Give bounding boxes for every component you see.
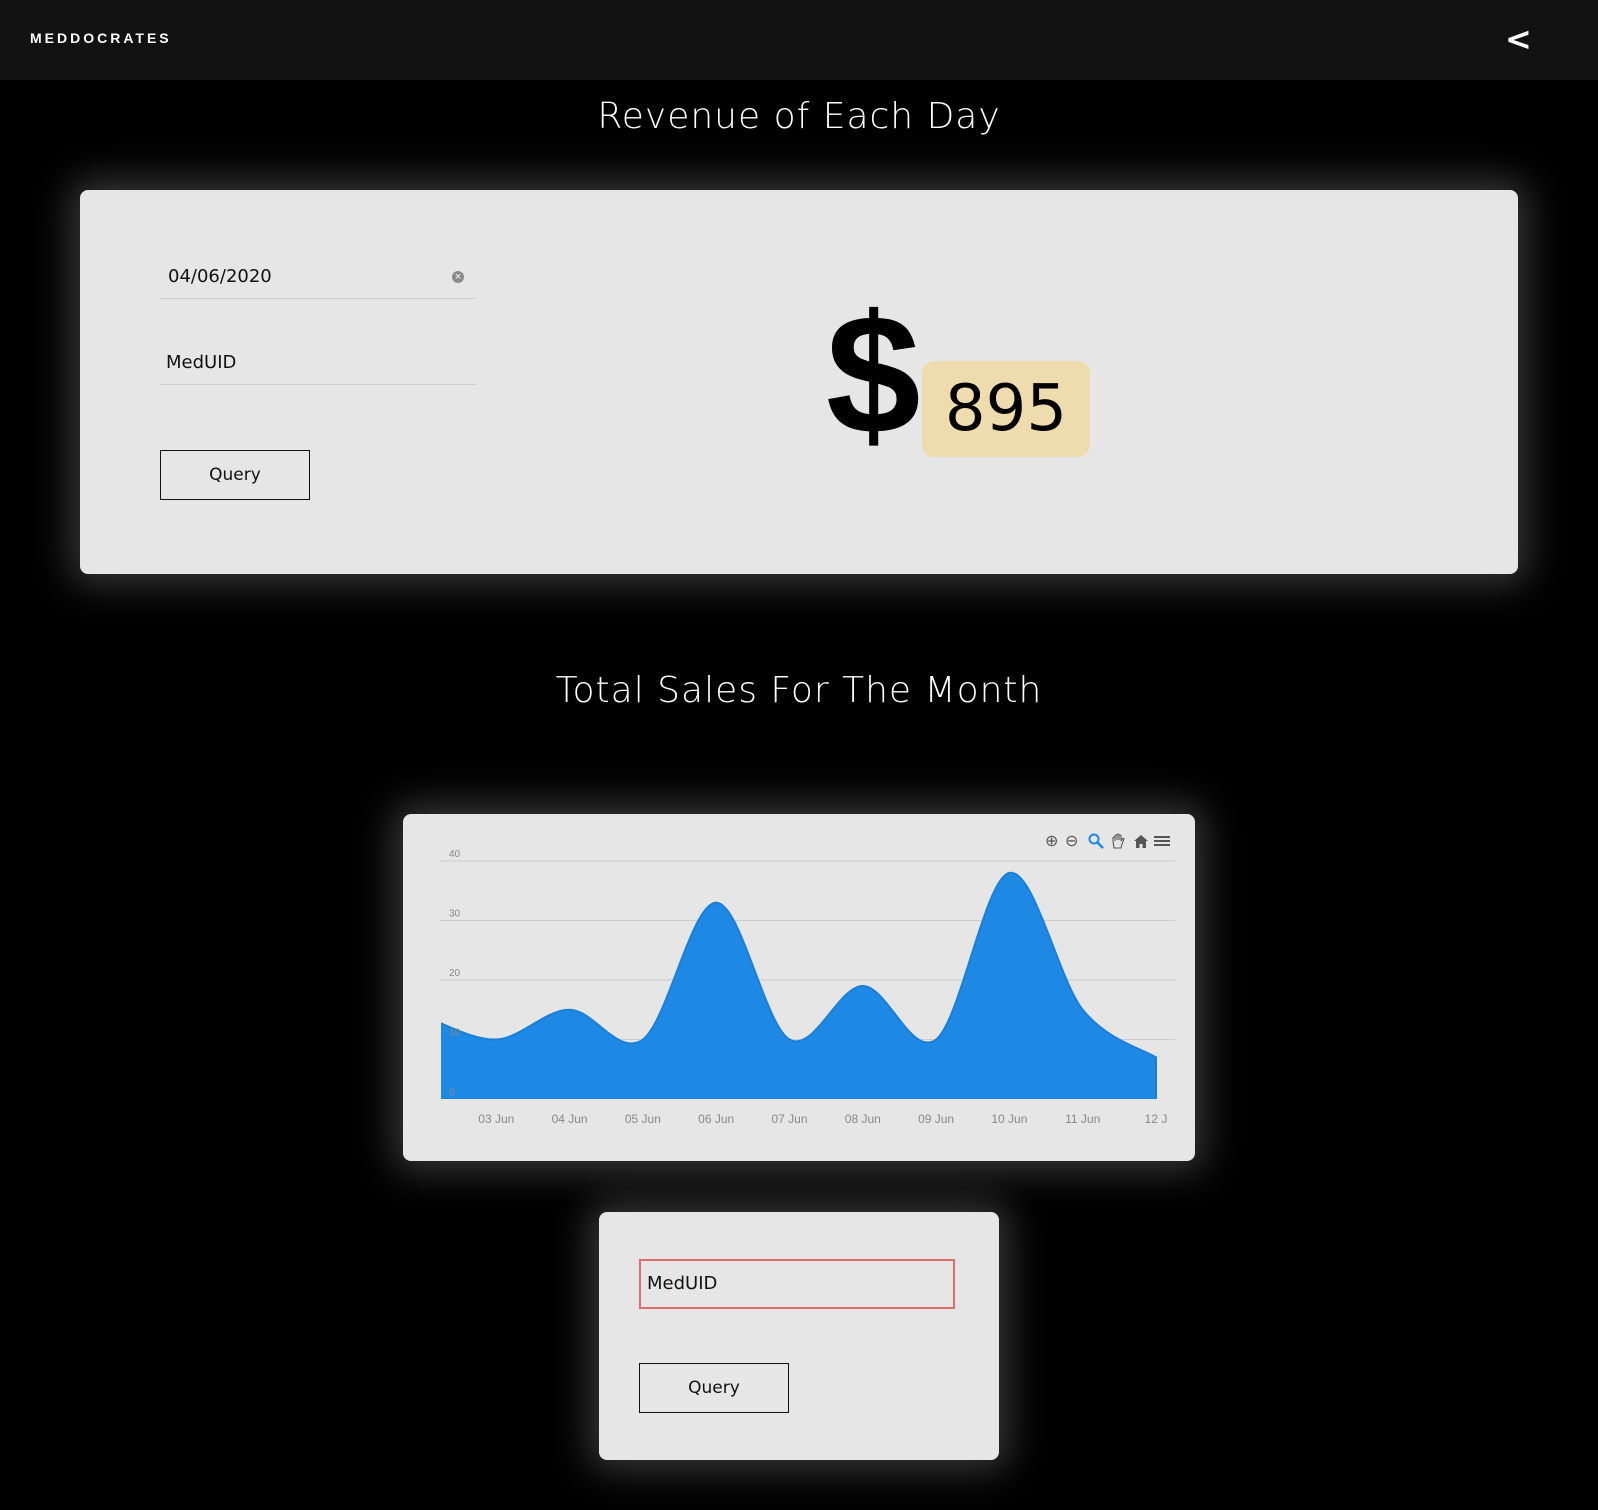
x-tick-label: 05 Jun (625, 1112, 661, 1126)
daily-query-button[interactable]: Query (160, 450, 310, 500)
sales-area-chart: 0 10 20 30 40 03 Jun 04 Jun 05 Jun 06 Jun 07 Jun… (439, 849, 1175, 1126)
daily-revenue-card: 04/06/2020 × MedUID Query (80, 190, 1518, 574)
monthly-sales-title: Total Sales For The Month (555, 670, 1043, 711)
home-reset-icon[interactable] (1133, 833, 1149, 849)
zoom-out-icon[interactable]: ⊖ (1065, 833, 1078, 849)
back-button[interactable]: < (1505, 20, 1532, 58)
meduid-placeholder: MedUID (166, 352, 237, 373)
x-tick-label: 07 Jun (771, 1112, 807, 1126)
x-tick-label: 03 Jun (478, 1112, 514, 1126)
x-tick-label: 10 Jun (991, 1112, 1027, 1126)
y-tick-label: 0 (449, 1087, 455, 1098)
y-tick-label: 40 (449, 849, 461, 860)
pan-hand-icon[interactable] (1110, 833, 1126, 849)
daily-revenue-title: Revenue of Each Day (597, 96, 1001, 137)
y-tick-label: 10 (449, 1028, 461, 1039)
dollar-icon: $ (826, 280, 921, 470)
revenue-value-badge: 895 (922, 361, 1090, 457)
x-tick-label: 11 Jun (1065, 1112, 1100, 1126)
date-value: 04/06/2020 (168, 266, 272, 287)
clear-date-icon[interactable]: × (452, 271, 464, 283)
navbar: MEDDOCRATES < (0, 0, 1598, 80)
sales-area-series (441, 871, 1157, 1099)
monthly-meduid-input[interactable]: MedUID (639, 1259, 955, 1309)
menu-icon[interactable] (1153, 833, 1171, 849)
monthly-meduid-placeholder: MedUID (647, 1273, 718, 1294)
brand-logo[interactable]: MEDDOCRATES (30, 30, 172, 46)
date-field[interactable]: 04/06/2020 × (160, 252, 476, 299)
monthly-query-button[interactable]: Query (639, 1363, 789, 1413)
y-tick-label: 20 (449, 968, 461, 979)
x-tick-label: 04 Jun (552, 1112, 588, 1126)
x-tick-label: 12 J (1145, 1112, 1168, 1126)
selection-zoom-icon[interactable] (1088, 833, 1104, 849)
x-tick-label: 08 Jun (845, 1112, 881, 1126)
meduid-field[interactable]: MedUID (160, 338, 476, 385)
x-tick-label: 09 Jun (918, 1112, 954, 1126)
x-tick-label: 06 Jun (698, 1112, 734, 1126)
zoom-in-icon[interactable]: ⊕ (1045, 833, 1058, 849)
monthly-query-card (599, 1212, 999, 1460)
y-tick-label: 30 (449, 909, 461, 920)
